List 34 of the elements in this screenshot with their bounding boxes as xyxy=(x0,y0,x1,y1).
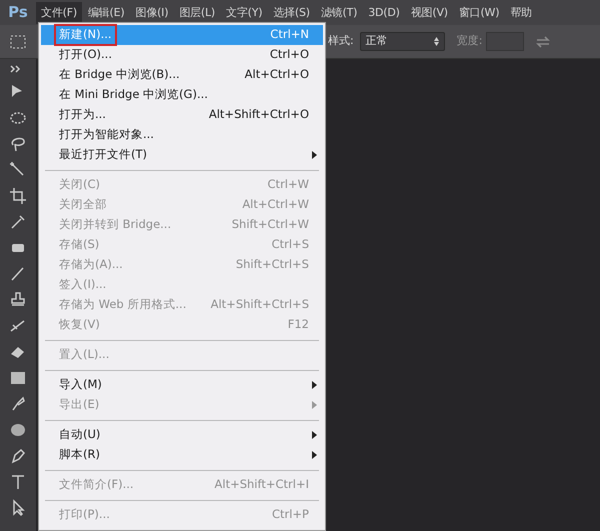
swap-icon[interactable] xyxy=(536,36,550,48)
eyedropper-icon[interactable] xyxy=(9,213,27,231)
menu-item[interactable]: 图层(L) xyxy=(174,2,220,24)
stamp-icon[interactable] xyxy=(9,291,27,309)
menu-item[interactable]: 视图(V) xyxy=(406,2,453,24)
marquee-icon[interactable] xyxy=(10,34,26,48)
menu-item[interactable]: 选择(S) xyxy=(268,2,315,24)
menu-item[interactable]: 文件(F) xyxy=(36,2,82,24)
menu-item[interactable]: 滤镜(T) xyxy=(316,2,362,24)
style-label: 样式: xyxy=(328,33,354,50)
style-select[interactable]: 正常 xyxy=(360,32,445,51)
app-logo: Ps xyxy=(7,2,29,24)
text-tool-icon[interactable] xyxy=(9,473,27,491)
width-label: 宽度: xyxy=(456,33,482,50)
menu-item[interactable]: 打开(O)... Ctrl+O xyxy=(41,45,323,65)
menu-item[interactable]: 打开为... Alt+Shift+Ctrl+O xyxy=(41,105,323,125)
lasso-icon[interactable] xyxy=(9,135,27,153)
menu-item[interactable]: 帮助 xyxy=(505,2,537,24)
menu-item[interactable]: 最近打开文件(T) xyxy=(41,145,323,165)
width-field[interactable] xyxy=(486,32,524,51)
menu-item[interactable]: 文字(Y) xyxy=(221,2,268,24)
crop-icon[interactable] xyxy=(9,187,27,205)
menu-item[interactable]: 导入(M) xyxy=(41,375,323,395)
menu-item[interactable]: 3D(D) xyxy=(363,2,405,24)
menu-item[interactable]: 自动(U) xyxy=(41,425,323,445)
menu-item[interactable]: 编辑(E) xyxy=(82,2,130,24)
menu-item[interactable]: 在 Mini Bridge 中浏览(G)... xyxy=(41,85,323,105)
pen-icon[interactable] xyxy=(9,447,27,465)
menu-item[interactable]: 打开为智能对象... xyxy=(41,125,323,145)
menu-item[interactable]: 窗口(W) xyxy=(454,2,504,24)
updown-icon xyxy=(434,37,439,46)
menu-item[interactable]: 在 Bridge 中浏览(B)... Alt+Ctrl+O xyxy=(41,65,323,85)
menu-item[interactable]: 图像(I) xyxy=(130,2,174,24)
menu-item[interactable]: 脚本(R) xyxy=(41,445,323,465)
